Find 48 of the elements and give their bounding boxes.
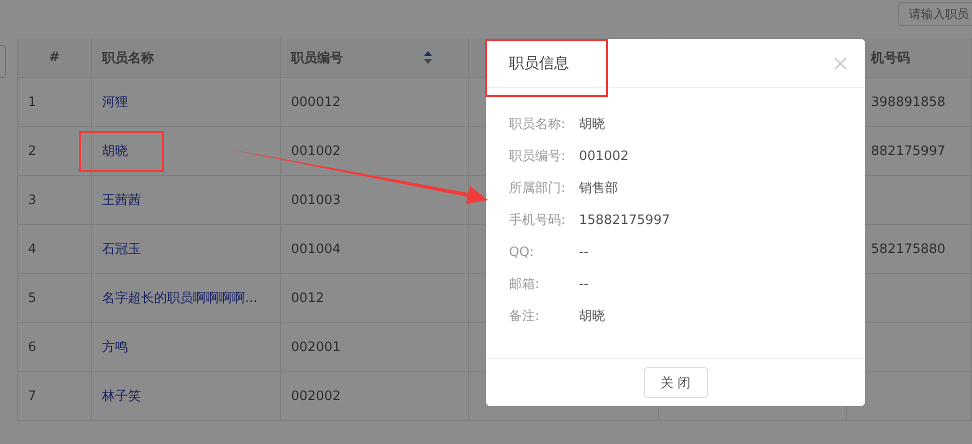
employee-code: 000012	[291, 94, 341, 110]
column-header: 机号码	[871, 50, 910, 66]
phone-number: 882175997	[871, 144, 946, 158]
row-number: 6	[28, 340, 36, 354]
employee-code: 002002	[291, 388, 341, 404]
employee-name-link[interactable]: 名字超长的职员啊啊啊啊...	[102, 289, 258, 307]
employee-name-link[interactable]: 胡晓	[102, 142, 128, 160]
column-header: 职员编号	[291, 50, 343, 66]
field-label: 邮箱:	[509, 276, 540, 293]
row-number: 5	[28, 290, 36, 306]
field-value: 001002	[579, 148, 629, 164]
field-label: 手机号码:	[509, 212, 566, 229]
field-value: 15882175997	[579, 212, 670, 228]
employee-code: 001003	[291, 192, 341, 208]
row-number: 3	[28, 192, 36, 208]
dialog-title: 职员信息	[509, 54, 569, 72]
field-label: 职员名称:	[509, 116, 566, 133]
employee-code: 001002	[291, 144, 341, 158]
field-value: --	[579, 276, 588, 292]
sort-icon[interactable]	[424, 51, 432, 64]
phone-number: 582175880	[871, 242, 946, 256]
employee-name-link[interactable]: 林子笑	[102, 387, 141, 405]
close-icon[interactable]	[834, 56, 847, 70]
column-header: #	[49, 50, 60, 65]
field-label: 职员编号:	[509, 148, 566, 165]
row-number: 2	[28, 144, 36, 158]
employee-name-link[interactable]: 王茜茜	[102, 191, 141, 209]
field-label: 所属部门:	[509, 180, 566, 197]
employee-code: 002001	[291, 340, 341, 354]
phone-number: 398891858	[871, 94, 946, 110]
field-value: 胡晓	[579, 308, 605, 325]
close-button[interactable]: 关 闭	[644, 367, 708, 398]
employee-name-link[interactable]: 河狸	[102, 93, 128, 111]
field-value: --	[579, 244, 588, 260]
search-field[interactable]: 请输入职员	[898, 2, 972, 26]
side-control[interactable]	[0, 45, 6, 78]
row-number: 7	[28, 388, 36, 404]
field-label: 备注:	[509, 308, 540, 325]
employee-code: 0012	[291, 290, 324, 306]
field-value: 销售部	[579, 180, 618, 197]
field-value: 胡晓	[579, 116, 605, 133]
employee-code: 001004	[291, 242, 341, 256]
employee-name-link[interactable]: 石冠玉	[102, 240, 141, 258]
column-header: 职员名称	[102, 50, 154, 66]
field-label: QQ:	[509, 244, 535, 260]
employee-name-link[interactable]: 方鸣	[102, 338, 128, 356]
row-number: 1	[28, 94, 36, 110]
row-number: 4	[28, 242, 36, 256]
